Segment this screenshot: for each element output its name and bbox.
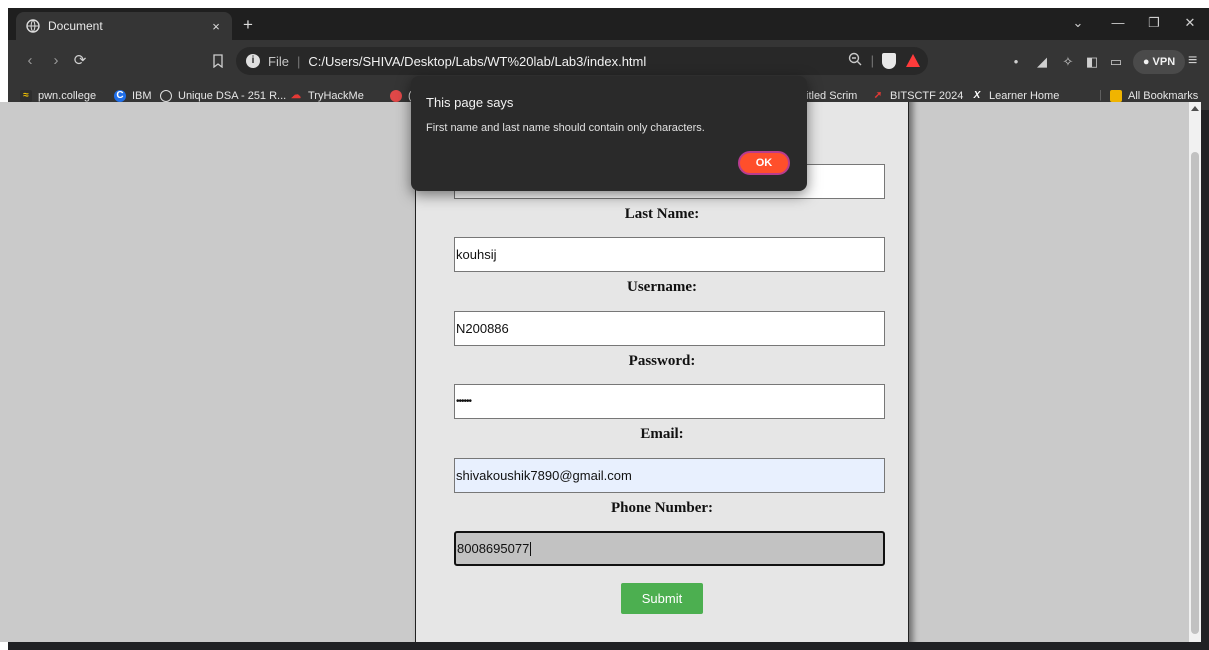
address-bar[interactable]: i File | C:/Users/SHIVA/Desktop/Labs/WT%… <box>236 47 928 75</box>
wallet-card-icon[interactable]: ▭ <box>1108 54 1124 70</box>
bookmark-label: TryHackMe <box>308 90 364 102</box>
phone-number-label: Phone Number: <box>610 500 714 516</box>
forward-button[interactable]: › <box>46 52 66 70</box>
username-input[interactable]: N200886 <box>454 311 885 346</box>
username-value: N200886 <box>456 321 509 336</box>
tab-document[interactable]: Document × <box>16 12 232 40</box>
globe-icon <box>160 90 172 102</box>
phone-number-input[interactable]: 8008695077 <box>454 531 885 566</box>
submit-button[interactable]: Submit <box>621 583 703 614</box>
scrollbar-thumb[interactable] <box>1191 152 1199 634</box>
bookmark-icon <box>390 90 402 102</box>
vpn-button[interactable]: ● VPN <box>1133 50 1185 74</box>
alert-dialog: This page says First name and last name … <box>411 76 807 191</box>
dialog-message: First name and last name should contain … <box>426 122 705 134</box>
menu-icon[interactable]: ≡ <box>1188 52 1204 70</box>
bookmark-label: itled Scrim <box>806 90 858 102</box>
password-value: •••••• <box>456 396 472 407</box>
bookmark-label: BITSCTF 2024 <box>890 90 964 102</box>
minimize-button[interactable]: — <box>1103 14 1133 32</box>
bookmark-label: Unique DSA - 251 R... <box>178 90 287 102</box>
bookmark-label: IBM <box>132 90 152 102</box>
all-bookmarks-folder[interactable]: All Bookmarks <box>1110 90 1198 102</box>
dialog-title: This page says <box>426 95 514 110</box>
scroll-up-arrow-icon[interactable] <box>1191 106 1199 111</box>
restore-button[interactable]: ❐ <box>1139 14 1169 32</box>
email-input[interactable]: shivakoushik7890@gmail.com <box>454 458 885 493</box>
x-icon: X <box>973 90 981 101</box>
ok-button[interactable]: OK <box>738 151 790 175</box>
bookmark-tryhackme[interactable]: ☁ TryHackMe <box>290 90 364 102</box>
tab-title: Document <box>48 19 103 33</box>
tryhackme-icon: ☁ <box>291 90 301 101</box>
bookmark-unique-dsa[interactable]: Unique DSA - 251 R... <box>160 90 286 102</box>
bookmark-bitsctf[interactable]: ➚ BITSCTF 2024 <box>872 90 964 102</box>
tab-search-chevron-icon[interactable]: ⌄ <box>1063 14 1093 32</box>
new-tab-button[interactable]: + <box>238 16 258 34</box>
bookmark-label: Learner Home <box>989 90 1060 102</box>
last-name-input[interactable]: kouhsij <box>454 237 885 272</box>
omnibox-divider: | <box>870 53 874 68</box>
bitsctf-icon: ➚ <box>873 90 883 101</box>
bookmark-label: pwn.college <box>38 90 97 102</box>
pwn-icon: ≈ <box>20 90 32 102</box>
zoom-icon[interactable] <box>848 52 862 66</box>
wallet-icon[interactable]: ◢ <box>1034 54 1050 70</box>
globe-icon <box>26 19 40 33</box>
back-button[interactable]: ‹ <box>20 52 40 70</box>
extension-icon[interactable]: • <box>1008 54 1024 70</box>
extensions-puzzle-icon[interactable]: ✧ <box>1060 54 1076 70</box>
close-window-button[interactable]: ✕ <box>1175 14 1205 32</box>
ibm-icon: C <box>114 90 126 102</box>
last-name-label: Last Name: <box>624 206 700 222</box>
bookmarks-divider: | <box>1099 89 1102 101</box>
email-label: Email: <box>640 426 684 442</box>
last-name-value: kouhsij <box>456 247 497 262</box>
url-scheme: File <box>268 53 289 69</box>
text-caret <box>530 541 532 556</box>
password-label: Password: <box>628 353 696 369</box>
username-label: Username: <box>627 279 697 295</box>
bookmark-partial[interactable]: ( <box>390 90 412 102</box>
bookmark-untitled-scrim[interactable]: itled Scrim <box>806 90 857 102</box>
password-input[interactable]: •••••• <box>454 384 885 419</box>
bookmark-pwn-college[interactable]: ≈ pwn.college <box>20 90 96 102</box>
url-separator: | <box>296 53 301 69</box>
brave-shield-icon[interactable] <box>882 53 896 69</box>
reload-button[interactable]: ⟳ <box>70 52 90 70</box>
bookmark-learner-home[interactable]: X Learner Home <box>971 90 1060 102</box>
tab-close-icon[interactable]: × <box>206 19 226 34</box>
phone-number-value: 8008695077 <box>457 541 530 556</box>
email-value: shivakoushik7890@gmail.com <box>456 468 632 483</box>
brave-rewards-icon[interactable] <box>906 54 920 67</box>
tab-strip: Document × + ⌄ — ❐ ✕ <box>8 8 1209 40</box>
page-scrollbar[interactable] <box>1189 102 1201 642</box>
folder-icon <box>1110 90 1122 102</box>
url-text[interactable]: C:/Users/SHIVA/Desktop/Labs/WT%20lab/Lab… <box>308 54 646 69</box>
bookmark-page-icon[interactable] <box>212 54 224 68</box>
sidebar-icon[interactable]: ◧ <box>1084 54 1100 70</box>
bookmark-ibm[interactable]: C IBM <box>114 90 152 102</box>
site-info-icon[interactable]: i <box>246 54 260 68</box>
bookmark-label: All Bookmarks <box>1128 90 1199 102</box>
